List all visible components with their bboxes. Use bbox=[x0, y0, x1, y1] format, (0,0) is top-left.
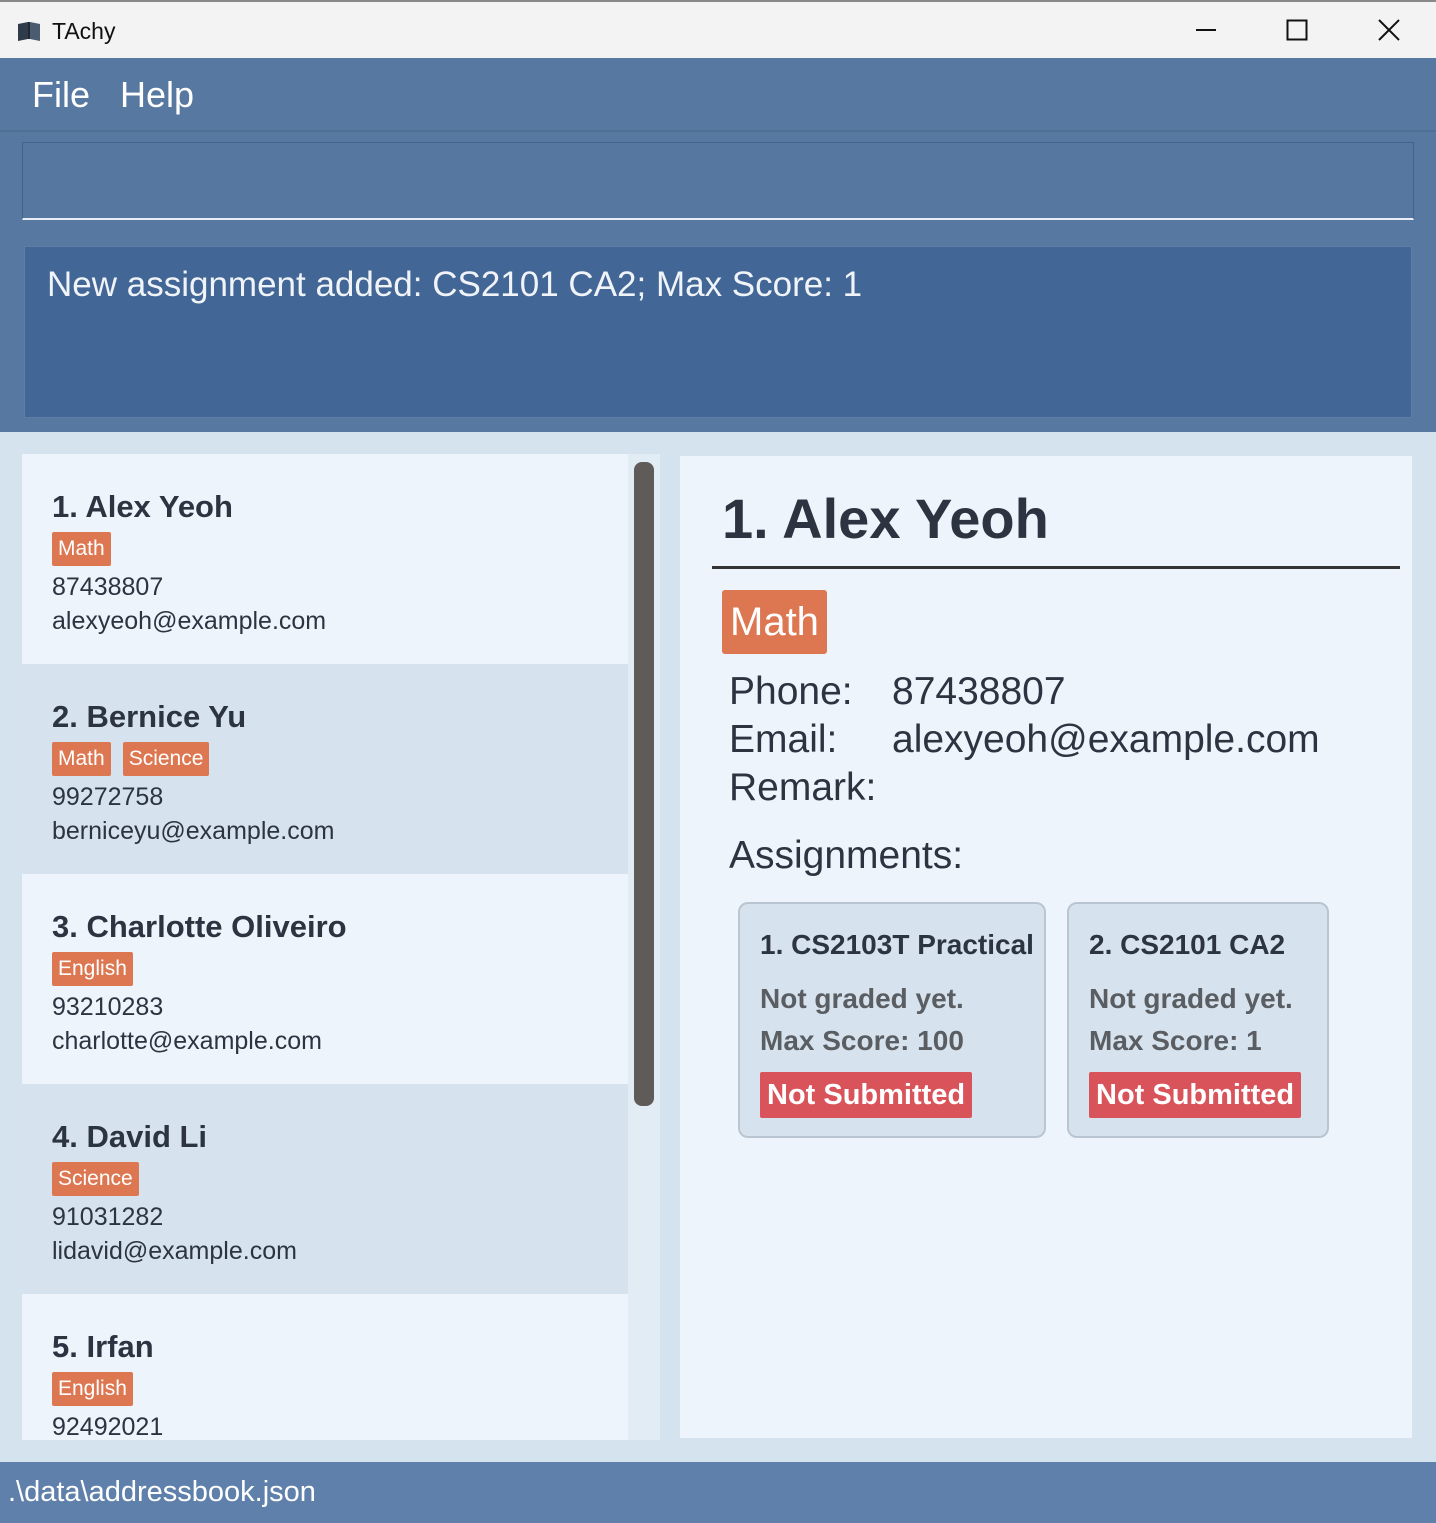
minimize-icon bbox=[1196, 29, 1216, 31]
status-badge: Not Submitted bbox=[1089, 1072, 1302, 1118]
person-email: charlotte@example.com bbox=[52, 1027, 322, 1055]
book-icon bbox=[18, 22, 40, 41]
person-name: 2. Bernice Yu bbox=[52, 699, 247, 734]
maximize-button[interactable] bbox=[1251, 2, 1343, 58]
email-label: Email: bbox=[729, 718, 838, 761]
person-phone: 87438807 bbox=[52, 573, 164, 601]
menu-help[interactable]: Help bbox=[120, 74, 194, 116]
remark-label: Remark: bbox=[729, 766, 877, 809]
tag: Science bbox=[122, 742, 210, 776]
assignment-card: 2. CS2101 CA2 Not graded yet. Max Score:… bbox=[1067, 902, 1329, 1138]
assignment-max-score: Max Score: 1 bbox=[1089, 1025, 1262, 1056]
person-phone: 99272758 bbox=[52, 783, 164, 811]
person-card[interactable]: 2. Bernice Yu Math Science 99272758 bern… bbox=[22, 664, 628, 874]
tag: Math bbox=[52, 532, 111, 566]
person-email: alexyeoh@example.com bbox=[52, 607, 327, 635]
command-input[interactable] bbox=[22, 142, 1414, 220]
assignment-grade: Not graded yet. bbox=[760, 983, 964, 1014]
person-card[interactable]: 3. Charlotte Oliveiro English 93210283 c… bbox=[22, 874, 628, 1084]
person-name: 3. Charlotte Oliveiro bbox=[52, 909, 347, 944]
status-bar: .\data\addressbook.json bbox=[0, 1462, 1436, 1523]
phone-label: Phone: bbox=[729, 670, 853, 713]
person-card[interactable]: 5. Irfan English 92492021 bbox=[22, 1294, 628, 1440]
window-title: TAchy bbox=[52, 18, 116, 44]
assignment-max-score: Max Score: 100 bbox=[760, 1025, 964, 1056]
tag: English bbox=[52, 952, 133, 986]
detail-name: 1. Alex Yeoh bbox=[722, 487, 1049, 550]
person-list[interactable]: 1. Alex Yeoh Math 87438807 alexyeoh@exam… bbox=[22, 454, 628, 1440]
person-card[interactable]: 4. David Li Science 91031282 lidavid@exa… bbox=[22, 1084, 628, 1294]
minimize-button[interactable] bbox=[1160, 2, 1252, 58]
person-name: 5. Irfan bbox=[52, 1329, 154, 1364]
person-detail-panel: 1. Alex Yeoh Math Phone: 87438807 Email:… bbox=[680, 456, 1412, 1438]
result-area: New assignment added: CS2101 CA2; Max Sc… bbox=[0, 232, 1436, 432]
title-bar: TAchy bbox=[0, 0, 1436, 58]
tag: Math bbox=[52, 742, 111, 776]
tag: English bbox=[52, 1372, 133, 1406]
person-email: lidavid@example.com bbox=[52, 1237, 297, 1265]
tag-list: English bbox=[52, 952, 628, 988]
person-phone: 93210283 bbox=[52, 993, 164, 1021]
assignments-label: Assignments: bbox=[729, 834, 964, 877]
assignment-card: 1. CS2103T Practical Not graded yet. Max… bbox=[738, 902, 1046, 1138]
save-location: .\data\addressbook.json bbox=[8, 1476, 316, 1508]
assignment-grade: Not graded yet. bbox=[1089, 983, 1293, 1014]
email-value: alexyeoh@example.com bbox=[892, 718, 1320, 761]
status-badge: Not Submitted bbox=[760, 1072, 973, 1118]
tag-list: Math bbox=[52, 532, 628, 568]
assignment-title: 2. CS2101 CA2 bbox=[1089, 929, 1286, 960]
person-phone: 92492021 bbox=[52, 1413, 164, 1440]
close-icon bbox=[1378, 19, 1400, 41]
close-button[interactable] bbox=[1343, 2, 1435, 58]
divider bbox=[712, 566, 1400, 569]
result-display: New assignment added: CS2101 CA2; Max Sc… bbox=[24, 246, 1412, 418]
tag: Science bbox=[52, 1162, 139, 1196]
person-phone: 91031282 bbox=[52, 1203, 164, 1231]
tag-list: Science bbox=[52, 1162, 628, 1198]
command-area bbox=[0, 130, 1436, 232]
phone-value: 87438807 bbox=[892, 670, 1066, 713]
person-email: berniceyu@example.com bbox=[52, 817, 335, 845]
detail-tag: Math bbox=[722, 590, 827, 654]
menu-bar: File Help bbox=[0, 58, 1436, 130]
person-name: 1. Alex Yeoh bbox=[52, 489, 233, 524]
tag-list: Math Science bbox=[52, 742, 628, 778]
person-card[interactable]: 1. Alex Yeoh Math 87438807 alexyeoh@exam… bbox=[22, 454, 628, 664]
assignment-title: 1. CS2103T Practical bbox=[760, 929, 1034, 960]
list-scrollbar-thumb[interactable] bbox=[634, 462, 654, 1106]
maximize-icon bbox=[1286, 19, 1308, 41]
menu-file[interactable]: File bbox=[32, 74, 90, 116]
tag-list: English bbox=[52, 1372, 628, 1408]
person-name: 4. David Li bbox=[52, 1119, 208, 1154]
